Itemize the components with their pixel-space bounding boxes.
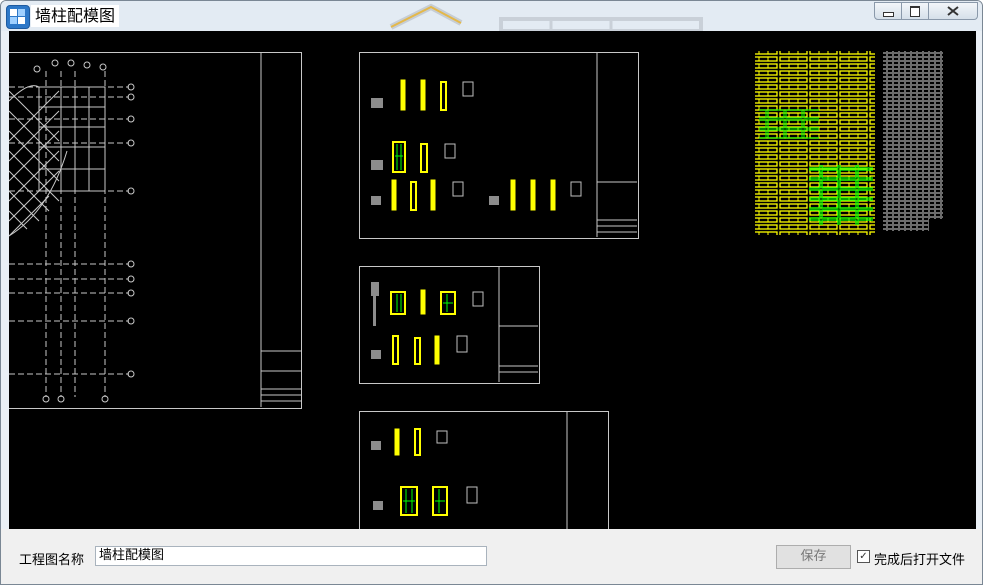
window-title: 墙柱配模图: [31, 5, 120, 27]
checkmark-icon: ✓: [859, 551, 868, 562]
panel-drawing-3: [371, 266, 538, 382]
app-window: 墙柱配模图 工程图名称 墙柱配模图 保存 ✓ 完成后打开文件: [0, 0, 983, 585]
minimize-icon: [883, 12, 894, 17]
open-after-checkbox[interactable]: ✓: [857, 550, 870, 563]
minimize-button[interactable]: [874, 2, 902, 20]
close-icon: [947, 6, 959, 16]
panel-drawing-4: [371, 411, 568, 529]
open-after-label[interactable]: 完成后打开文件: [874, 549, 965, 568]
floor-plan-drawing: [9, 53, 301, 407]
drawing-canvas[interactable]: [9, 31, 976, 529]
title-bar[interactable]: 墙柱配模图: [1, 1, 982, 31]
drawing-name-input[interactable]: 墙柱配模图: [95, 546, 487, 566]
restore-icon: [910, 6, 920, 17]
footer-bar: 工程图名称 墙柱配模图 保存 ✓ 完成后打开文件: [1, 529, 982, 584]
window-controls: [874, 2, 978, 20]
close-button[interactable]: [929, 2, 978, 20]
panel-drawing-2: [371, 52, 637, 237]
drawing-name-label: 工程图名称: [19, 553, 85, 568]
title-bar-decoration: [389, 3, 703, 31]
panel-schedule-drawing: [755, 51, 943, 235]
save-button[interactable]: 保存: [776, 545, 851, 569]
restore-button[interactable]: [902, 2, 929, 20]
app-logo-icon: [6, 5, 30, 29]
